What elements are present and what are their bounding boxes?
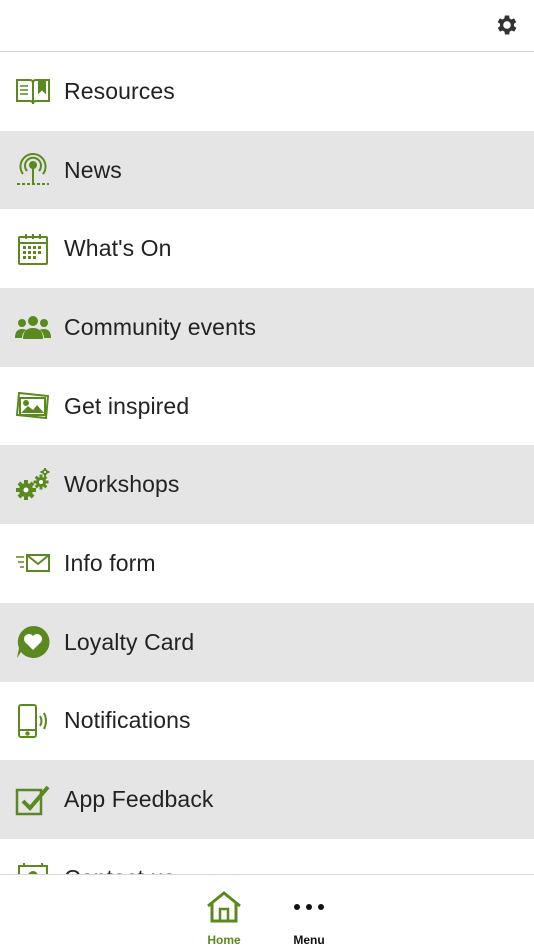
menu-item-label: Notifications (64, 707, 191, 734)
menu-item-label: Loyalty Card (64, 628, 195, 655)
menu-item-label: What's On (64, 235, 172, 262)
menu-item-app-feedback[interactable]: App Feedback (0, 760, 534, 839)
tab-home[interactable]: Home (189, 889, 259, 949)
tab-menu-label: Menu (293, 933, 325, 947)
contact-icon (14, 859, 52, 874)
calendar-icon (14, 230, 52, 268)
photos-icon (14, 387, 52, 425)
menu-item-resources[interactable]: Resources (0, 52, 534, 131)
heart-bubble-icon (14, 623, 52, 661)
menu-item-notifications[interactable]: Notifications (0, 681, 534, 761)
menu-item-info-form[interactable]: Info form (0, 524, 534, 603)
menu-item-label: Community events (64, 313, 257, 340)
menu-item-label: Contact us (64, 865, 175, 874)
tab-home-label: Home (207, 933, 241, 947)
gears-icon (14, 466, 52, 504)
phone-icon (14, 702, 52, 740)
menu-list: Resources News What's On Community event… (0, 52, 534, 874)
gear-icon (497, 15, 517, 35)
settings-button[interactable] (492, 10, 522, 40)
book-icon (14, 72, 52, 110)
more-dots-icon (291, 889, 327, 925)
top-bar (0, 0, 534, 52)
menu-item-whats-on[interactable]: What's On (0, 209, 534, 289)
menu-item-news[interactable]: News (0, 130, 534, 210)
broadcast-icon (14, 151, 52, 189)
home-icon (206, 889, 242, 925)
people-icon (14, 308, 52, 346)
menu-item-get-inspired[interactable]: Get inspired (0, 366, 534, 446)
menu-item-label: Resources (64, 77, 175, 104)
menu-item-label: News (64, 156, 122, 183)
tab-menu[interactable]: Menu (274, 889, 344, 949)
menu-item-loyalty-card[interactable]: Loyalty Card (0, 602, 534, 682)
menu-item-label: Get inspired (64, 392, 190, 419)
bottom-tab-bar: Home Menu (0, 874, 534, 950)
menu-item-workshops[interactable]: Workshops (0, 445, 534, 525)
checkbox-icon (14, 781, 52, 819)
menu-item-label: Info form (64, 549, 156, 576)
menu-item-label: App Feedback (64, 786, 214, 813)
menu-item-contact-us[interactable]: Contact us (0, 838, 534, 874)
menu-item-community-events[interactable]: Community events (0, 288, 534, 367)
menu-item-label: Workshops (64, 471, 180, 498)
envelope-icon (14, 544, 52, 582)
